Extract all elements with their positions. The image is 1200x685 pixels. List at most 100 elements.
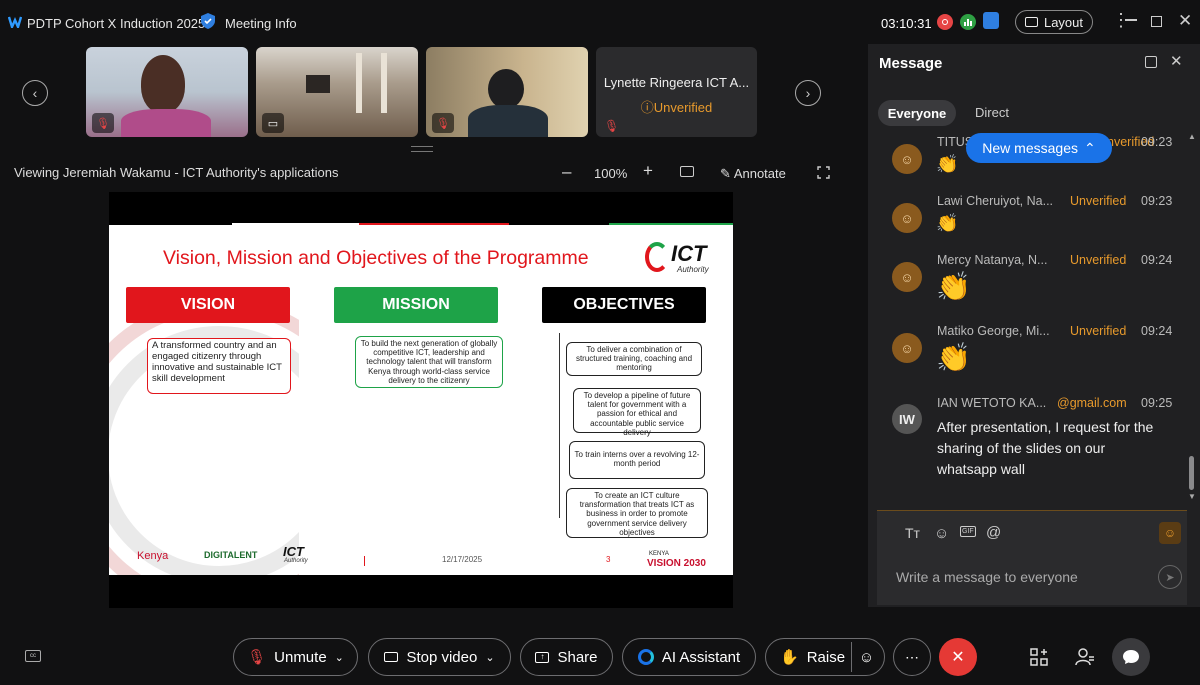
title-bar: PDTP Cohort X Induction 2025 Meeting Inf… <box>0 0 1200 44</box>
muted-mic-icon: 🎙 <box>432 113 454 133</box>
slide-title: Vision, Mission and Objectives of the Pr… <box>163 247 589 269</box>
objective-3: To train interns over a revolving 12-mon… <box>569 441 705 479</box>
new-messages-button[interactable]: New messages ⌃ <box>966 133 1112 163</box>
emoji-icon[interactable]: ☺ <box>934 525 949 542</box>
raise-hand-button[interactable]: ✋ Raise ☺ <box>765 638 885 676</box>
unmute-button[interactable]: 🎙 Unmute ⌄ <box>233 638 358 676</box>
avatar: ☺ <box>892 262 922 292</box>
calendar-icon[interactable] <box>983 12 999 29</box>
msg-time: 09:23 <box>1141 135 1173 149</box>
remote-control-icon[interactable] <box>680 166 694 177</box>
annotate-button[interactable]: ✎ Annotate <box>720 166 786 182</box>
participant-name: Lynette Ringeera ICT A... <box>603 75 750 90</box>
popout-icon[interactable] <box>1145 56 1157 68</box>
sender-email: @gmail.com <box>1057 396 1127 410</box>
send-icon[interactable]: ➤ <box>1158 565 1182 589</box>
participant-video-3[interactable]: 🎙 <box>426 47 588 137</box>
vision-text: A transformed country and an engaged cit… <box>147 338 291 394</box>
objective-4: To create an ICT culture transformation … <box>566 488 708 538</box>
stats-icon[interactable] <box>960 14 976 30</box>
meeting-timer: 03:10:31 <box>881 16 932 31</box>
vision-header: VISION <box>126 287 290 323</box>
message-input[interactable]: Write a message to everyone <box>896 569 1126 585</box>
avatar: ☺ <box>892 333 922 363</box>
close-icon: ✕ <box>951 649 965 666</box>
objective-2: To develop a pipeline of future talent f… <box>573 388 701 437</box>
sender-status: Unverified <box>1070 253 1127 267</box>
chat-icon[interactable] <box>1112 638 1150 676</box>
chevron-down-icon: ⌄ <box>334 651 344 664</box>
more-options-icon[interactable]: ⋮ <box>1112 10 1130 31</box>
video-camera-icon <box>384 652 399 662</box>
ai-assistant-button[interactable]: AI Assistant <box>622 638 756 676</box>
clap-emoji: 👏 <box>936 213 959 233</box>
ai-assistant-icon <box>637 649 654 665</box>
thumbs-next-button[interactable]: › <box>795 80 821 106</box>
vision2030-label: KENYA <box>649 551 669 557</box>
zoom-in-button[interactable]: + <box>643 161 653 181</box>
sender-name: Matiko George, Mi... <box>937 324 1050 338</box>
mission-header: MISSION <box>334 287 498 323</box>
hand-icon: ✋ <box>780 649 799 666</box>
mention-icon[interactable]: @ <box>986 524 1001 541</box>
presentation-slide: Vision, Mission and Objectives of the Pr… <box>109 225 733 575</box>
participant-video-2[interactable]: ▭ <box>256 47 418 137</box>
thumbs-prev-button[interactable]: ‹ <box>22 80 48 106</box>
pencil-icon: ✎ <box>720 166 731 181</box>
shared-screen[interactable]: Vision, Mission and Objectives of the Pr… <box>109 192 733 608</box>
fullscreen-icon[interactable] <box>817 166 830 179</box>
muted-mic-icon: 🎙 <box>92 113 114 133</box>
slide-number: 3 <box>606 555 611 564</box>
reaction-icon[interactable]: ☺ <box>851 642 881 672</box>
tab-direct[interactable]: Direct <box>975 105 1009 120</box>
webex-logo-icon <box>7 15 23 31</box>
message-compose: Tт ☺ GIF @ ☺ Write a message to everyone… <box>877 510 1187 605</box>
user-icon[interactable]: ☺ <box>1159 522 1181 544</box>
apps-icon[interactable] <box>1030 648 1048 671</box>
zoom-out-button[interactable]: – <box>562 162 571 182</box>
message-text: After presentation, I request for the sh… <box>937 419 1154 477</box>
share-viewing-label: Viewing Jeremiah Wakamu - ICT Authority'… <box>14 165 339 180</box>
participant-status: ⓘUnverified <box>640 100 713 115</box>
vision2030-logo: VISION 2030 <box>647 558 706 569</box>
mission-text: To build the next generation of globally… <box>355 336 503 388</box>
more-button[interactable]: ⋯ <box>893 638 931 676</box>
clap-emoji: 👏 <box>936 342 971 373</box>
sender-name: IAN WETOTO KA... <box>937 396 1047 410</box>
zoom-level: 100% <box>594 166 628 181</box>
clap-emoji: 👏 <box>936 154 959 174</box>
layout-button[interactable]: Layout <box>1015 10 1093 34</box>
captions-icon[interactable]: cc <box>25 650 41 662</box>
participant-tile-lynette[interactable]: Lynette Ringeera ICT A... ⓘUnverified 🎙 <box>596 47 757 137</box>
recording-icon[interactable] <box>937 14 953 30</box>
slide-decoration <box>109 298 299 575</box>
ict-footer-sub: Authority <box>284 558 308 564</box>
user-icon: ☺ <box>900 151 914 167</box>
unverified-icon: ⓘ <box>640 100 654 115</box>
avatar: IW <box>892 404 922 434</box>
participants-icon[interactable] <box>1075 647 1095 672</box>
maximize-icon[interactable] <box>1151 16 1162 27</box>
share-screen-icon: ↑ <box>535 651 550 663</box>
muted-mic-icon: 🎙 <box>247 649 267 666</box>
leave-meeting-button[interactable]: ✕ <box>939 638 977 676</box>
chevron-up-icon: ⌃ <box>1083 139 1096 156</box>
ict-logo-icon <box>645 242 669 272</box>
message-scrollbar[interactable]: ▲ ▼ <box>1186 132 1196 504</box>
gif-icon[interactable]: GIF <box>960 526 976 537</box>
slide-date: 12/17/2025 <box>442 555 483 564</box>
avatar: ☺ <box>892 203 922 233</box>
stop-video-button[interactable]: Stop video ⌄ <box>368 638 511 676</box>
avatar: ☺ <box>892 144 922 174</box>
text-format-icon[interactable]: Tт <box>905 525 920 541</box>
tab-everyone[interactable]: Everyone <box>878 100 956 126</box>
meeting-info-link[interactable]: Meeting Info <box>225 16 297 31</box>
share-button[interactable]: ↑ Share <box>520 638 613 676</box>
participant-video-1[interactable]: 🎙 <box>86 47 248 137</box>
shield-icon[interactable] <box>200 12 216 35</box>
minimize-icon[interactable] <box>1125 19 1137 21</box>
close-icon[interactable]: ✕ <box>1178 11 1192 31</box>
screen-share-icon: ▭ <box>262 113 284 133</box>
drag-handle[interactable] <box>411 146 433 152</box>
panel-close-icon[interactable]: ✕ <box>1170 52 1183 70</box>
